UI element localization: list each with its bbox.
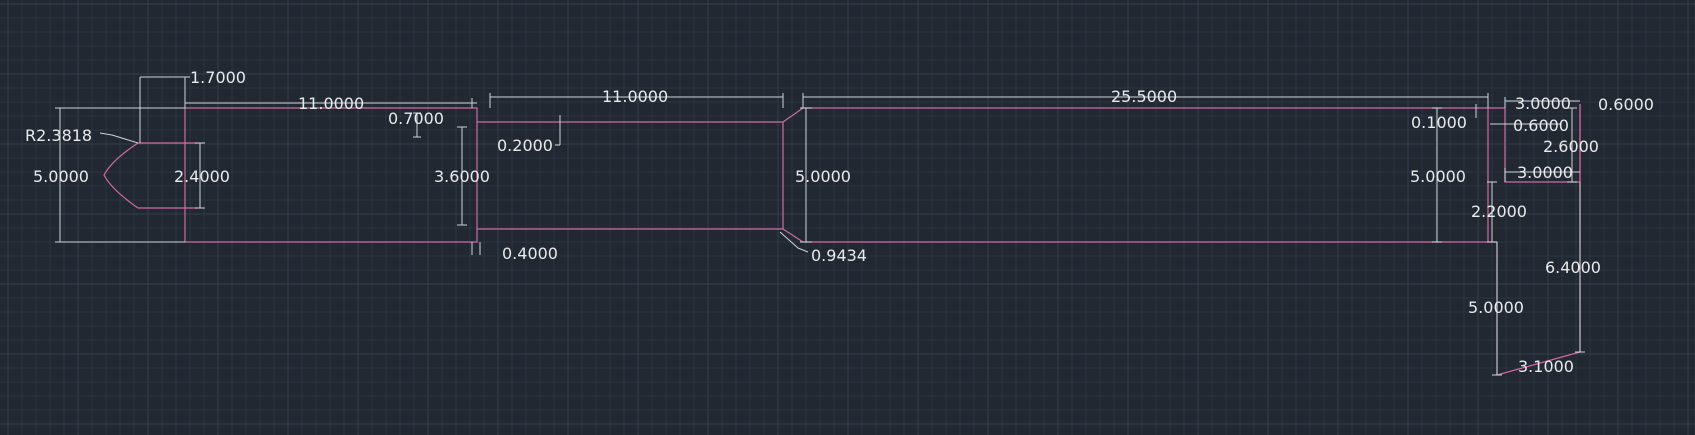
dim-label-0-4[interactable]: 0.4000 xyxy=(502,244,558,263)
dim-label-5-right[interactable]: 5.0000 xyxy=(1410,167,1466,186)
dim-label-11-mid[interactable]: 11.0000 xyxy=(602,87,668,106)
dim-label-radius[interactable]: R2.3818 xyxy=(25,126,92,145)
dim-label-5-left[interactable]: 5.0000 xyxy=(33,167,89,186)
dim-label-0-6-mid[interactable]: 0.6000 xyxy=(1513,116,1569,135)
shaft-geometry xyxy=(103,104,1581,376)
dim-label-5-bottom[interactable]: 5.0000 xyxy=(1468,298,1524,317)
dim-label-3-mid[interactable]: 3.0000 xyxy=(1517,163,1573,182)
dim-label-6-4[interactable]: 6.4000 xyxy=(1545,258,1601,277)
dim-label-25-5[interactable]: 25.5000 xyxy=(1111,87,1177,106)
right-section-outline xyxy=(803,107,1489,243)
dim-label-3-top[interactable]: 3.0000 xyxy=(1515,94,1571,113)
background-grid xyxy=(0,0,1695,435)
dim-label-0-7[interactable]: 0.7000 xyxy=(388,109,444,128)
dim-label-11-left[interactable]: 11.0000 xyxy=(298,94,364,113)
dim-label-3-1[interactable]: 3.1000 xyxy=(1518,357,1574,376)
dim-label-2-2[interactable]: 2.2000 xyxy=(1471,202,1527,221)
dim-label-5-mid[interactable]: 5.0000 xyxy=(795,167,851,186)
dim-label-3-6[interactable]: 3.6000 xyxy=(434,167,490,186)
dim-label-2-6[interactable]: 2.6000 xyxy=(1543,137,1599,156)
cad-drawing-canvas[interactable]: 1.7000 11.0000 0.7000 R2.3818 5.0000 2.4… xyxy=(0,0,1695,435)
dimension-labels: 1.7000 11.0000 0.7000 R2.3818 5.0000 2.4… xyxy=(25,68,1654,376)
dim-label-0-9434[interactable]: 0.9434 xyxy=(811,246,867,265)
dim-label-0-6-top[interactable]: 0.6000 xyxy=(1598,95,1654,114)
dim-label-0-1[interactable]: 0.1000 xyxy=(1411,113,1467,132)
dim-label-2-4[interactable]: 2.4000 xyxy=(174,167,230,186)
dim-label-0-2[interactable]: 0.2000 xyxy=(497,136,553,155)
dim-label-1-7[interactable]: 1.7000 xyxy=(190,68,246,87)
